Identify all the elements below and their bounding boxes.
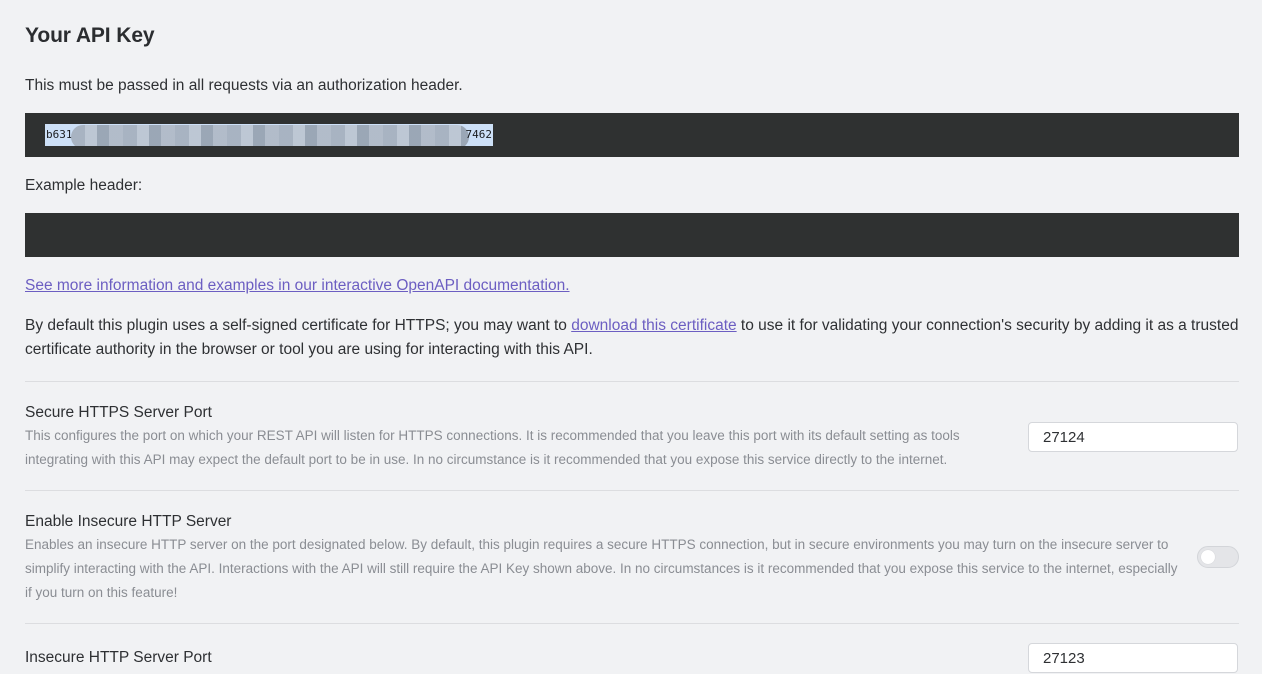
divider bbox=[25, 490, 1239, 491]
download-certificate-link[interactable]: download this certificate bbox=[571, 317, 736, 334]
insecure-http-setting-description: Enables an insecure HTTP server on the p… bbox=[25, 537, 1178, 600]
insecure-http-toggle[interactable] bbox=[1197, 546, 1239, 568]
api-key-heading: Your API Key bbox=[25, 24, 155, 47]
divider bbox=[25, 381, 1239, 382]
http-port-setting-name: Insecure HTTP Server Port bbox=[25, 649, 212, 666]
https-port-input[interactable] bbox=[1028, 422, 1238, 452]
divider bbox=[25, 623, 1239, 624]
certificate-note: By default this plugin uses a self-signe… bbox=[25, 314, 1239, 362]
openapi-docs-link[interactable]: See more information and examples in our… bbox=[25, 274, 570, 298]
insecure-http-setting-name: Enable Insecure HTTP Server bbox=[25, 513, 232, 530]
auth-note: This must be passed in all requests via … bbox=[25, 77, 463, 94]
api-key-prefix: b631 bbox=[46, 128, 73, 141]
example-header-label: Example header: bbox=[25, 177, 143, 194]
api-key-suffix: 7462 bbox=[465, 128, 493, 141]
settings-page: Your API Key This must be passed in all … bbox=[0, 0, 1262, 674]
certificate-note-before: By default this plugin uses a self-signe… bbox=[25, 317, 572, 334]
http-port-input[interactable] bbox=[1028, 643, 1238, 673]
https-port-setting-name: Secure HTTPS Server Port bbox=[25, 404, 212, 421]
https-port-setting-description: This configures the port on which your R… bbox=[25, 428, 960, 467]
api-key-redaction-mask bbox=[71, 125, 469, 146]
api-key-value[interactable]: b631 7462 bbox=[45, 124, 493, 146]
api-key-code-block[interactable]: b631 7462 bbox=[25, 113, 1239, 157]
toggle-knob bbox=[1201, 550, 1215, 564]
example-header-code-block[interactable] bbox=[25, 213, 1239, 257]
